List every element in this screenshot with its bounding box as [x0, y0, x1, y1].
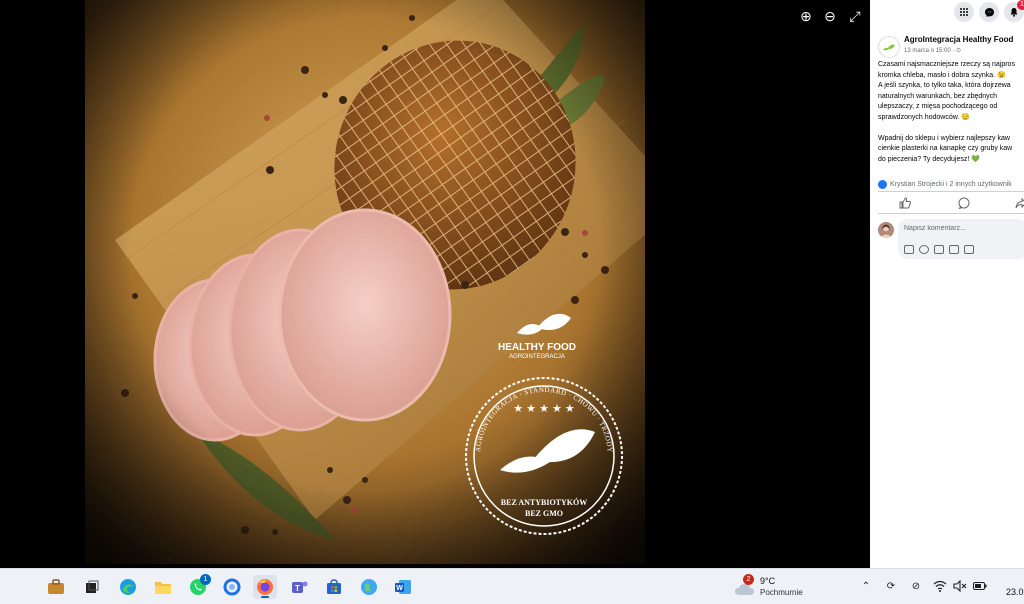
camera-icon[interactable]: [934, 245, 944, 254]
avatar-sticker-icon[interactable]: [904, 245, 914, 254]
post-line: Wpadnij do sklepu i wybierz najlepszy ka…: [878, 134, 1010, 142]
clock-date: 23.03.2: [1005, 587, 1024, 597]
avatar[interactable]: [878, 222, 894, 238]
zoom-out-icon[interactable]: ⊖: [820, 6, 840, 26]
svg-text:T: T: [295, 584, 300, 593]
emoji-icon[interactable]: [919, 245, 929, 254]
comment-box: [898, 219, 1024, 259]
battery-icon[interactable]: [972, 578, 988, 594]
divider: [878, 213, 1024, 214]
zoom-in-icon[interactable]: ⊕: [796, 6, 816, 26]
sticker-icon[interactable]: [964, 245, 974, 254]
reactions-text[interactable]: Krystian Strojecki i 2 innych użytkownik: [890, 181, 1012, 188]
post-line: naturalnych warunkach, bez zbędnych: [878, 92, 998, 100]
chevron-up-icon[interactable]: ⌃: [858, 578, 874, 594]
reactions-summary[interactable]: Krystian Strojecki i 2 innych użytkownik: [878, 180, 1012, 189]
menu-grid-icon[interactable]: [954, 2, 974, 22]
folder-icon: [155, 582, 171, 594]
divider: [878, 191, 1024, 192]
task-view-button[interactable]: [80, 575, 104, 599]
volume-muted-icon[interactable]: [952, 578, 968, 594]
sync-icon[interactable]: ⟳: [883, 578, 899, 594]
brand-line1: HEALTHY FOOD: [498, 342, 576, 353]
svg-text:W: W: [396, 585, 403, 592]
sharing-icon[interactable]: ⊘: [908, 578, 924, 594]
share-icon: [1015, 197, 1024, 209]
post-line: [878, 123, 1024, 134]
post-text: Czasami najsmaczniejsze rzeczy są najpro…: [878, 60, 1024, 165]
gif-icon[interactable]: [949, 245, 959, 254]
briefcase-icon: [48, 579, 64, 594]
thumbs-up-icon: [899, 197, 911, 209]
post-line: cienkie plasterki na kanapkę czy gruby k…: [878, 145, 1013, 152]
post-meta[interactable]: 13 marca o 15:00 · ⊙: [904, 47, 961, 54]
post-timestamp[interactable]: 13 marca o 15:00 ·: [904, 48, 956, 54]
taskbar-globe-app[interactable]: [357, 575, 381, 599]
post-line: do pieczenia? Ty decydujesz! 💚: [878, 155, 980, 163]
app-circle-icon: [223, 578, 241, 596]
seal-line1: BEZ ANTYBIOTYKÓW: [501, 497, 587, 507]
task-view-icon: [86, 580, 99, 593]
wifi-icon[interactable]: [932, 578, 948, 594]
active-indicator: [261, 596, 269, 598]
taskbar-app-circle[interactable]: [220, 575, 244, 599]
globe-icon: ⊙: [956, 48, 962, 54]
photo-viewer: HEALTHY FOOD AGROINTEGRACJA AGROINTEGRAC…: [0, 0, 870, 568]
taskbar-file-explorer[interactable]: [151, 575, 175, 599]
clock[interactable]: 2 23.03.2: [996, 573, 1024, 599]
taskbar-word[interactable]: W: [391, 575, 415, 599]
share-button[interactable]: [1013, 196, 1024, 210]
weather-condition: Pochmurnie: [760, 588, 803, 597]
taskbar: 1 T W 2 9°C Pochmurnie ⌃ ⟳ ⊘ 2 23.03.2: [0, 568, 1024, 604]
post-line: Czasami najsmaczniejsze rzeczy są najpro…: [878, 61, 1015, 68]
weather-badge: 2: [743, 574, 754, 585]
taskbar-store[interactable]: [322, 575, 346, 599]
header-icons: 1: [870, 0, 1024, 24]
taskbar-edge[interactable]: [116, 575, 140, 599]
widgets-button[interactable]: [40, 575, 72, 599]
like-reaction-icon: [878, 180, 887, 189]
taskbar-teams[interactable]: T: [288, 575, 312, 599]
teams-icon: T: [292, 581, 308, 593]
post-photo[interactable]: HEALTHY FOOD AGROINTEGRACJA AGROINTEGRAC…: [85, 0, 645, 564]
brand-line2: AGROINTEGRACJA: [509, 354, 565, 360]
edge-icon: [120, 579, 136, 595]
page-name[interactable]: AgroIntegracja Healthy Food: [904, 35, 1013, 44]
word-icon: W: [395, 580, 411, 594]
weather-temp: 9°C: [760, 576, 776, 586]
leaf-logo-icon: [883, 44, 895, 51]
post-line: kromka chleba, masło i dobra szynka. 😉: [878, 71, 1006, 79]
post-line: A jeśli szynka, to tylko taka, która doj…: [878, 82, 1011, 89]
taskbar-whatsapp[interactable]: 1: [186, 574, 211, 599]
seal-line2: BEZ GMO: [525, 509, 563, 518]
whatsapp-badge: 1: [200, 574, 211, 585]
notifications-badge: 1: [1017, 0, 1024, 10]
messenger-icon[interactable]: [979, 2, 999, 22]
bell-icon[interactable]: 1: [1004, 0, 1024, 22]
taskbar-firefox[interactable]: [253, 575, 277, 599]
page-avatar[interactable]: [878, 36, 900, 58]
comment-tools: [904, 245, 974, 254]
post-line: ulepszaczy, z mięsa pochodzącego od: [878, 103, 998, 110]
svg-text:★ ★ ★ ★ ★: ★ ★ ★ ★ ★: [513, 403, 575, 415]
fullscreen-icon[interactable]: ⤢: [845, 6, 865, 26]
firefox-icon: [257, 579, 273, 595]
comment-button[interactable]: [956, 196, 972, 210]
like-button[interactable]: [897, 196, 913, 210]
ham-photo-illustration: HEALTHY FOOD AGROINTEGRACJA AGROINTEGRAC…: [85, 0, 645, 564]
comment-icon: [958, 197, 970, 209]
comment-input[interactable]: [904, 225, 1024, 232]
post-panel: 1 AgroIntegracja Healthy Food 13 marca o…: [870, 0, 1024, 568]
globe-app-icon: [361, 579, 377, 595]
clock-time: 2: [996, 573, 1024, 586]
weather-widget[interactable]: 2 9°C Pochmurnie: [732, 573, 812, 601]
post-line: sprawdzonych hodowców. 😌: [878, 113, 970, 121]
store-icon: [327, 579, 341, 594]
